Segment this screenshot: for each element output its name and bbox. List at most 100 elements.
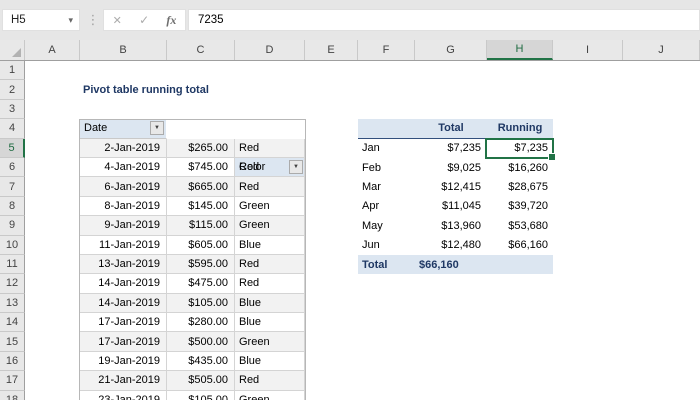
select-all-corner[interactable] bbox=[0, 40, 25, 60]
table-cell-sales[interactable]: $435.00 bbox=[167, 351, 235, 372]
table-cell-date[interactable]: 13-Jan-2019 bbox=[80, 254, 167, 275]
pivot-total-value[interactable]: $13,960 bbox=[415, 216, 487, 235]
column-header-e[interactable]: E bbox=[305, 40, 358, 60]
table-cell-sales[interactable]: $605.00 bbox=[167, 235, 235, 255]
pivot-row-label[interactable]: Mar bbox=[358, 177, 415, 196]
pivot-row-label[interactable]: Jun bbox=[358, 236, 415, 255]
column-header-h-selected[interactable]: H bbox=[487, 40, 553, 60]
row-header-2[interactable]: 2 bbox=[0, 80, 25, 100]
table-cell-date[interactable]: 8-Jan-2019 bbox=[80, 196, 167, 217]
column-header-a[interactable]: A bbox=[25, 40, 80, 60]
table-cell-color[interactable]: Red bbox=[235, 254, 305, 275]
table-cell-sales[interactable]: $265.00 bbox=[167, 138, 235, 158]
pivot-row-label[interactable]: May bbox=[358, 216, 415, 235]
row-header-13[interactable]: 13 bbox=[0, 293, 25, 314]
table-cell-color[interactable]: Green bbox=[235, 332, 305, 352]
pivot-row-label[interactable]: Jan bbox=[358, 139, 415, 158]
row-header-1[interactable]: 1 bbox=[0, 61, 25, 81]
row-header-3[interactable]: 3 bbox=[0, 99, 25, 120]
pivot-total-value[interactable]: $12,480 bbox=[415, 236, 487, 255]
table-cell-date[interactable]: 17-Jan-2019 bbox=[80, 332, 167, 352]
table-cell-date[interactable]: 23-Jan-2019 bbox=[80, 390, 167, 400]
column-header-j[interactable]: J bbox=[623, 40, 700, 60]
filter-dropdown-icon[interactable]: ▼ bbox=[150, 121, 164, 136]
pivot-header-running[interactable]: Running bbox=[487, 119, 553, 139]
row-header-17[interactable]: 17 bbox=[0, 371, 25, 391]
table-header-date[interactable]: Date ▼ bbox=[80, 119, 167, 139]
column-header-c[interactable]: C bbox=[167, 40, 235, 60]
table-cell-date[interactable]: 14-Jan-2019 bbox=[80, 274, 167, 294]
cancel-icon[interactable]: ✕ bbox=[113, 14, 122, 27]
row-header-4[interactable]: 4 bbox=[0, 119, 25, 139]
row-header-16[interactable]: 16 bbox=[0, 351, 25, 372]
table-cell-color[interactable]: Green bbox=[235, 390, 305, 400]
pivot-total-value[interactable]: $9,025 bbox=[415, 158, 487, 177]
table-cell-color[interactable]: Red bbox=[235, 157, 305, 178]
pivot-total-value[interactable]: $12,415 bbox=[415, 177, 487, 196]
pivot-header-blank[interactable] bbox=[358, 119, 415, 139]
row-header-14[interactable]: 14 bbox=[0, 313, 25, 333]
table-cell-sales[interactable]: $475.00 bbox=[167, 274, 235, 294]
row-header-7[interactable]: 7 bbox=[0, 177, 25, 197]
table-cell-sales[interactable]: $665.00 bbox=[167, 177, 235, 197]
column-header-f[interactable]: F bbox=[358, 40, 415, 60]
table-cell-date[interactable]: 21-Jan-2019 bbox=[80, 371, 167, 391]
table-cell-sales[interactable]: $105.00 bbox=[167, 390, 235, 400]
insert-function-icon[interactable]: fx bbox=[166, 13, 176, 28]
pivot-row-label[interactable]: Feb bbox=[358, 158, 415, 177]
table-cell-date[interactable]: 2-Jan-2019 bbox=[80, 138, 167, 158]
pivot-grand-total-label[interactable]: Total bbox=[358, 254, 415, 275]
pivot-running-value[interactable]: $28,675 bbox=[487, 177, 553, 196]
pivot-running-value[interactable]: $39,720 bbox=[487, 197, 553, 216]
table-cell-sales[interactable]: $595.00 bbox=[167, 254, 235, 275]
row-header-8[interactable]: 8 bbox=[0, 196, 25, 217]
table-cell-color[interactable]: Blue bbox=[235, 293, 305, 314]
table-cell-color[interactable]: Blue bbox=[235, 351, 305, 372]
row-header-12[interactable]: 12 bbox=[0, 274, 25, 294]
table-cell-date[interactable]: 4-Jan-2019 bbox=[80, 157, 167, 178]
table-cell-color[interactable]: Red bbox=[235, 138, 305, 158]
pivot-grand-total-value[interactable]: $66,160 bbox=[415, 254, 487, 275]
pivot-grand-total-blank[interactable] bbox=[487, 254, 553, 275]
pivot-running-value[interactable]: $66,160 bbox=[487, 236, 553, 255]
table-cell-sales[interactable]: $145.00 bbox=[167, 196, 235, 217]
table-cell-color[interactable]: Red bbox=[235, 274, 305, 294]
pivot-total-value[interactable]: $7,235 bbox=[415, 139, 487, 158]
table-cell-date[interactable]: 14-Jan-2019 bbox=[80, 293, 167, 314]
formula-bar-resize-handle-icon[interactable]: ⋮ bbox=[86, 9, 100, 31]
row-header-18[interactable]: 18 bbox=[0, 390, 25, 400]
enter-icon[interactable]: ✓ bbox=[139, 13, 149, 27]
table-cell-color[interactable]: Blue bbox=[235, 313, 305, 333]
table-cell-color[interactable]: Red bbox=[235, 177, 305, 197]
column-header-g[interactable]: G bbox=[415, 40, 487, 60]
pivot-row-label[interactable]: Apr bbox=[358, 197, 415, 216]
column-header-b[interactable]: B bbox=[80, 40, 167, 60]
pivot-running-value[interactable]: $16,260 bbox=[487, 158, 553, 177]
table-cell-date[interactable]: 17-Jan-2019 bbox=[80, 313, 167, 333]
table-cell-color[interactable]: Red bbox=[235, 371, 305, 391]
pivot-running-value[interactable]: $53,680 bbox=[487, 216, 553, 235]
table-cell-date[interactable]: 9-Jan-2019 bbox=[80, 216, 167, 236]
pivot-running-value-selected-cell[interactable]: $7,235 bbox=[487, 139, 553, 158]
pivot-header-total[interactable]: Total bbox=[415, 119, 487, 139]
row-header-11[interactable]: 11 bbox=[0, 254, 25, 275]
table-cell-sales[interactable]: $745.00 bbox=[167, 157, 235, 178]
pivot-total-value[interactable]: $11,045 bbox=[415, 197, 487, 216]
table-cell-sales[interactable]: $280.00 bbox=[167, 313, 235, 333]
table-cell-sales[interactable]: $505.00 bbox=[167, 371, 235, 391]
table-cell-color[interactable]: Blue bbox=[235, 235, 305, 255]
table-cell-color[interactable]: Green bbox=[235, 216, 305, 236]
table-cell-sales[interactable]: $105.00 bbox=[167, 293, 235, 314]
table-cell-date[interactable]: 19-Jan-2019 bbox=[80, 351, 167, 372]
formula-input[interactable]: 7235 bbox=[188, 9, 700, 31]
name-box[interactable]: H5 ▾ bbox=[2, 9, 80, 31]
table-cell-color[interactable]: Green bbox=[235, 196, 305, 217]
table-cell-date[interactable]: 6-Jan-2019 bbox=[80, 177, 167, 197]
column-header-d[interactable]: D bbox=[235, 40, 305, 60]
name-box-dropdown-icon[interactable]: ▾ bbox=[68, 15, 79, 26]
table-cell-sales[interactable]: $115.00 bbox=[167, 216, 235, 236]
row-header-10[interactable]: 10 bbox=[0, 235, 25, 255]
column-header-i[interactable]: I bbox=[553, 40, 623, 60]
row-header-15[interactable]: 15 bbox=[0, 332, 25, 352]
table-cell-sales[interactable]: $500.00 bbox=[167, 332, 235, 352]
